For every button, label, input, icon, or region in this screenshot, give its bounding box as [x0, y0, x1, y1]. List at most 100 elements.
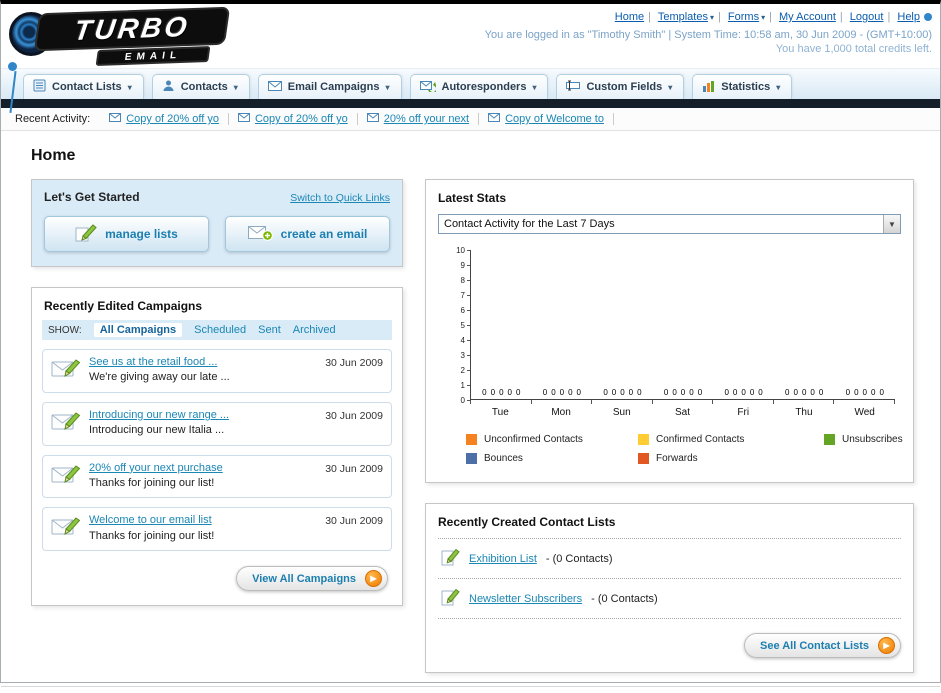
- custom-fields-icon: [566, 80, 581, 94]
- top-header: TURBO EMAIL Home | Templates ▾ | Forms ▾ | My…: [1, 4, 940, 113]
- contact-lists-panel-title: Recently Created Contact Lists: [438, 515, 616, 529]
- contact-list-name-link[interactable]: Exhibition List: [469, 553, 537, 565]
- campaigns-panel-title: Recently Edited Campaigns: [44, 299, 203, 313]
- recently-edited-campaigns-panel: Recently Edited Campaigns SHOW: All Camp…: [31, 287, 403, 607]
- chart-x-label: Sat: [675, 407, 691, 418]
- campaign-item[interactable]: 20% off your next purchase Thanks for jo…: [42, 454, 392, 499]
- recent-activity-bar: Recent Activity: Copy of 20% off yo Copy…: [1, 108, 940, 131]
- chart-bar-group: 00000: [542, 388, 581, 397]
- tab-label: Contact Lists: [52, 81, 122, 93]
- campaigns-filter-bar: SHOW: All Campaigns Scheduled Sent Archi…: [42, 320, 392, 340]
- nav-home-link[interactable]: Home: [615, 11, 644, 23]
- legend-item: Forwards: [638, 453, 824, 464]
- view-all-campaigns-button[interactable]: View All Campaigns ▶: [236, 566, 388, 592]
- email-campaigns-icon: [267, 80, 282, 94]
- campaign-title-link[interactable]: Introducing our new range ...: [89, 408, 317, 423]
- chart-bar-group: 00000: [663, 388, 703, 397]
- content-area: Home Let's Get Started Switch to Quick L…: [1, 131, 940, 687]
- nav-help-link[interactable]: Help: [897, 11, 920, 23]
- chart-x-label: Tue: [491, 407, 509, 418]
- campaign-title-link[interactable]: See us at the retail food ...: [89, 355, 317, 370]
- stats-panel-title: Latest Stats: [438, 191, 507, 205]
- recent-activity-item[interactable]: Copy of Welcome to: [479, 113, 614, 125]
- chart-bar-group: 00000: [482, 388, 521, 397]
- header-right: Home | Templates ▾ | Forms ▾ | My Account | Lo…: [485, 8, 932, 68]
- filter-all-campaigns[interactable]: All Campaigns: [93, 323, 183, 337]
- stats-period-select[interactable]: Contact Activity for the Last 7 Days ▼: [438, 214, 901, 234]
- recent-activity-item[interactable]: Copy of 20% off yo: [100, 113, 229, 125]
- help-indicator-dot: [924, 13, 932, 22]
- campaign-item[interactable]: Introducing our new range ... Introducin…: [42, 401, 392, 446]
- contact-list-item[interactable]: Exhibition List - (0 Contacts): [438, 538, 901, 578]
- envelope-icon: [237, 113, 250, 125]
- legend-item: Confirmed Contacts: [638, 434, 824, 445]
- legend-swatch: [466, 434, 477, 445]
- chart-plot: 00000 00000 00000 00000 00000 00000 00000: [470, 250, 895, 400]
- tab-autoresponders[interactable]: Autoresponders ▾: [409, 74, 549, 99]
- filter-scheduled[interactable]: Scheduled: [194, 324, 246, 336]
- pencil-icon: [75, 223, 97, 245]
- list-pencil-icon: [440, 547, 460, 570]
- tab-statistics[interactable]: Statistics ▾: [692, 74, 793, 99]
- contact-list-count: - (0 Contacts): [545, 552, 613, 565]
- tab-contact-lists[interactable]: Contact Lists ▾: [23, 74, 144, 99]
- logo-dot-decoration: [8, 62, 17, 71]
- nav-logout-link[interactable]: Logout: [850, 11, 884, 23]
- campaign-date: 30 Jun 2009: [325, 462, 383, 475]
- filter-archived[interactable]: Archived: [293, 324, 336, 336]
- campaign-subtitle: Introducing our new Italia ...: [89, 424, 225, 437]
- chevron-down-icon: ▾: [776, 82, 781, 92]
- recent-activity-item[interactable]: 20% off your next: [358, 113, 480, 125]
- campaign-date: 30 Jun 2009: [325, 357, 383, 369]
- legend-swatch: [638, 434, 649, 445]
- chevron-down-icon: ▾: [761, 13, 766, 22]
- arrow-right-icon: ▶: [878, 637, 895, 654]
- button-label: create an email: [280, 227, 368, 241]
- tab-custom-fields[interactable]: Custom Fields ▾: [556, 74, 685, 99]
- manage-lists-button[interactable]: manage lists: [44, 216, 209, 252]
- utility-nav: Home | Templates ▾ | Forms ▾ | My Account | Lo…: [485, 11, 932, 23]
- credits-text: You have 1,000 total credits left.: [775, 43, 932, 55]
- selected-period: Contact Activity for the Last 7 Days: [444, 218, 615, 230]
- campaign-date: 30 Jun 2009: [325, 515, 383, 528]
- envelope-icon: [366, 113, 379, 125]
- page-title: Home: [31, 147, 76, 164]
- chart-x-label: Thu: [795, 407, 813, 418]
- chevron-down-icon: ▾: [233, 82, 238, 92]
- logo-primary-text: TURBO: [33, 6, 231, 52]
- contacts-icon: [162, 79, 175, 95]
- campaign-subtitle: Thanks for joining our list!: [89, 476, 215, 489]
- tab-email-campaigns[interactable]: Email Campaigns ▾: [257, 74, 402, 99]
- app-window: TURBO EMAIL Home | Templates ▾ | Forms ▾ | My…: [0, 0, 941, 687]
- contact-list-item[interactable]: Newsletter Subscribers - (0 Contacts): [438, 578, 901, 618]
- email-pencil-icon: [51, 408, 81, 437]
- legend-item: Unconfirmed Contacts: [466, 434, 638, 445]
- contact-list-name-link[interactable]: Newsletter Subscribers: [469, 593, 582, 605]
- campaign-title-link[interactable]: Welcome to our email list: [89, 513, 317, 528]
- chevron-down-icon: ▾: [668, 82, 673, 92]
- latest-stats-panel: Latest Stats Contact Activity for the La…: [425, 179, 914, 483]
- chart-bar-group: 00000: [603, 388, 642, 397]
- campaign-title-link[interactable]: 20% off your next purchase: [89, 461, 317, 476]
- nav-my-account-link[interactable]: My Account: [779, 11, 836, 23]
- create-email-button[interactable]: create an email: [225, 216, 390, 252]
- campaign-item[interactable]: Welcome to our email list Thanks for joi…: [42, 507, 392, 552]
- email-pencil-icon: [51, 355, 81, 384]
- show-label: SHOW:: [48, 324, 82, 336]
- chart-bar-group: 00000: [785, 388, 824, 397]
- nav-forms-link[interactable]: Forms: [728, 11, 759, 23]
- tab-label: Autoresponders: [441, 81, 527, 93]
- nav-templates-link[interactable]: Templates: [658, 11, 708, 23]
- filter-sent[interactable]: Sent: [258, 324, 281, 336]
- tab-label: Email Campaigns: [287, 81, 380, 93]
- email-pencil-icon: [51, 461, 81, 490]
- tab-contacts[interactable]: Contacts ▾: [151, 74, 250, 99]
- recent-activity-item[interactable]: Copy of 20% off yo: [229, 113, 358, 125]
- chevron-down-icon: ▾: [385, 82, 390, 92]
- campaign-date: 30 Jun 2009: [325, 409, 383, 422]
- switch-quick-links-link[interactable]: Switch to Quick Links: [290, 192, 390, 204]
- see-all-contact-lists-button[interactable]: See All Contact Lists ▶: [743, 633, 901, 658]
- legend-swatch: [466, 453, 477, 464]
- campaign-item[interactable]: See us at the retail food ... We're givi…: [42, 349, 392, 393]
- turbo-email-logo[interactable]: TURBO EMAIL: [5, 6, 255, 113]
